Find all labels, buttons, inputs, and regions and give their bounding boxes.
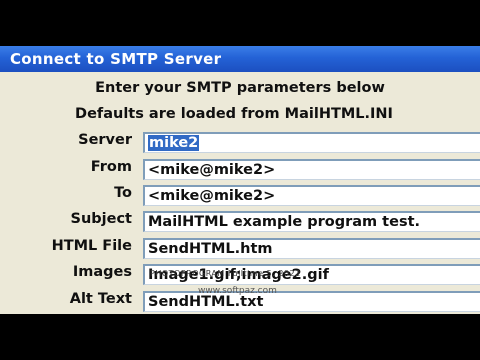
watermark-text: www.softpaz.com <box>198 286 277 296</box>
subject-input[interactable]: MailHTML example program test. <box>143 211 480 232</box>
subject-label: Subject <box>70 211 132 227</box>
alt-text-input[interactable]: SendHTML.txt <box>143 291 480 312</box>
server-label: Server <box>78 132 132 148</box>
video-caption-overlay: PHOTOPROGRAM Fulltime 5. 2022 <box>150 269 301 278</box>
defaults-note: Defaults are loaded from MailHTML.INI <box>75 106 393 122</box>
title-bar[interactable]: Connect to SMTP Server <box>0 46 480 72</box>
html-file-input[interactable]: SendHTML.htm <box>143 238 480 259</box>
instructions-heading: Enter your SMTP parameters below <box>95 80 385 96</box>
server-value: mike2 <box>148 135 200 151</box>
server-input[interactable]: mike2 <box>143 132 480 153</box>
images-label: Images <box>72 264 132 280</box>
from-input[interactable]: <mike@mike2> <box>143 159 480 180</box>
window-title: Connect to SMTP Server <box>10 50 222 68</box>
to-label: To <box>114 185 132 201</box>
html-file-label: HTML File <box>51 238 132 254</box>
to-input[interactable]: <mike@mike2> <box>143 185 480 206</box>
from-label: From <box>90 159 132 175</box>
alt-text-label: Alt Text <box>69 291 132 307</box>
smtp-dialog: Connect to SMTP Server Enter your SMTP p… <box>0 46 480 314</box>
